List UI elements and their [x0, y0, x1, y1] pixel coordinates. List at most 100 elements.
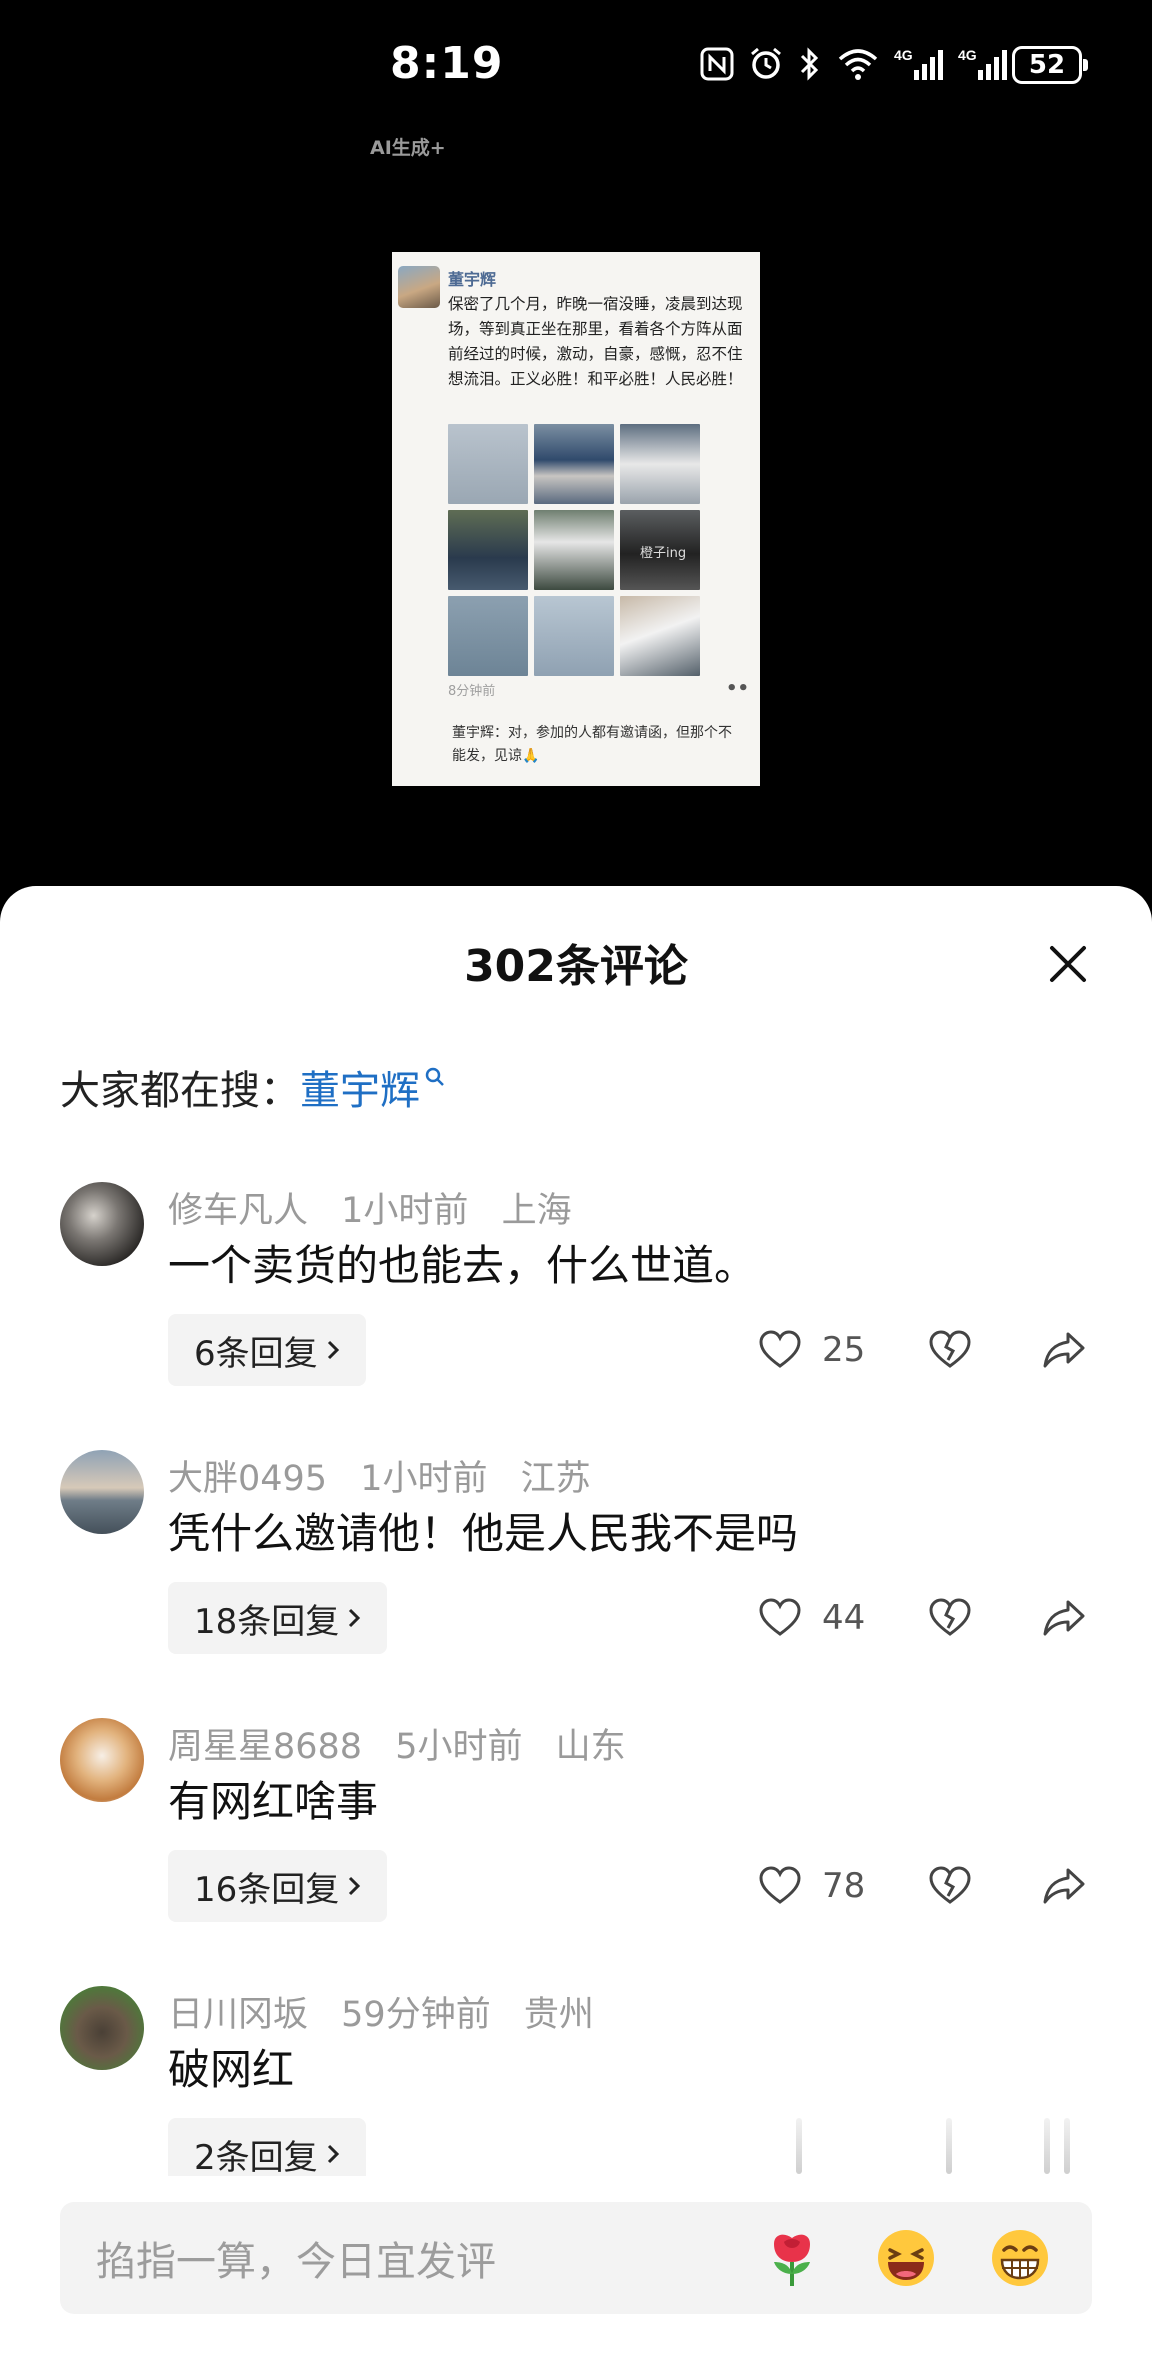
broken-heart-icon [929, 1330, 971, 1368]
comment-meta: 大胖0495 1小时前 江苏 [168, 1450, 613, 1501]
share-arrow-icon [1043, 1600, 1085, 1636]
comment-text[interactable]: 凭什么邀请他！他是人民我不是吗 [168, 1500, 798, 1561]
dislike-button[interactable] [928, 1858, 972, 1914]
post-image [534, 510, 614, 590]
share-button[interactable] [1042, 1322, 1086, 1378]
heart-icon [759, 1866, 801, 1904]
svg-text:4G: 4G [894, 47, 913, 63]
status-bar: 8:19 4G 4G 52 [0, 0, 1152, 130]
chevron-right-icon [327, 2144, 339, 2164]
comment-username[interactable]: 周星星8688 [168, 1727, 362, 1767]
replies-label: 6条回复 [194, 1333, 318, 1374]
replies-label: 2条回复 [194, 2137, 318, 2177]
broken-heart-icon [929, 1598, 971, 1636]
post-image [448, 596, 528, 676]
avatar[interactable] [60, 1450, 144, 1534]
nfc-icon [700, 47, 734, 81]
comment-time: 1小时前 [341, 1191, 469, 1231]
image-watermark: 橙子ing [640, 546, 687, 561]
comment-item: 修车凡人 1小时前 上海 一个卖货的也能去，什么世道。 6条回复 25 [0, 1182, 1152, 1442]
post-image [534, 424, 614, 504]
comment-count-title: 302条评论 [464, 941, 688, 992]
avatar[interactable] [60, 1986, 144, 2070]
post-text: 保密了几个月，昨晚一宿没睡，凌晨到达现场，等到真正坐在那里，看着各个方阵从面前经… [448, 295, 743, 388]
signal-icon-2: 4G [958, 47, 1007, 80]
view-replies-button[interactable]: 16条回复 [168, 1850, 388, 1922]
replies-label: 16条回复 [194, 1869, 340, 1910]
like-count: 44 [822, 1598, 866, 1638]
dislike-button[interactable] [928, 1322, 972, 1378]
comment-location: 上海 [501, 1191, 572, 1231]
broken-heart-icon [929, 1866, 971, 1904]
comment-location: 江苏 [520, 1459, 591, 1499]
view-replies-button[interactable]: 18条回复 [168, 1582, 388, 1654]
comment-time: 5小时前 [395, 1727, 523, 1767]
like-button[interactable]: 44 [758, 1590, 865, 1646]
comment-location: 贵州 [523, 1995, 594, 2035]
bluetooth-icon [800, 47, 819, 81]
status-time: 8:19 [390, 38, 504, 89]
share-button[interactable] [1042, 1590, 1086, 1646]
grinning-emoji-icon[interactable] [988, 2226, 1052, 2290]
post-image [620, 596, 700, 676]
comment-username[interactable]: 大胖0495 [168, 1459, 327, 1499]
like-button[interactable]: 25 [758, 1322, 865, 1378]
wifi-icon [838, 49, 878, 80]
share-button[interactable] [1042, 1858, 1086, 1914]
battery-indicator: 52 [1012, 46, 1088, 84]
rose-emoji-icon[interactable] [760, 2226, 824, 2290]
search-icon [425, 1067, 444, 1086]
comment-input[interactable]: 掐指一算，今日宜发评 [60, 2202, 1092, 2314]
comment-meta: 日川冈坂 59分钟前 贵州 [168, 1986, 616, 2037]
share-arrow-icon [1043, 1868, 1085, 1904]
trending-search-label: 大家都在搜： [60, 1068, 300, 1114]
post-image [448, 424, 528, 504]
comment-location: 山东 [555, 1727, 626, 1767]
avatar[interactable] [60, 1718, 144, 1802]
post-time: 8分钟前 [448, 684, 496, 699]
view-replies-button[interactable]: 2条回复 [168, 2118, 366, 2176]
like-button[interactable]: 78 [758, 1858, 865, 1914]
post-image [448, 510, 528, 590]
status-icons: 4G 4G [700, 44, 1008, 84]
comment-item: 大胖0495 1小时前 江苏 凭什么邀请他！他是人民我不是吗 18条回复 44 [0, 1450, 1152, 1710]
svg-text:4G: 4G [958, 47, 977, 63]
comment-text[interactable]: 一个卖货的也能去，什么世道。 [168, 1232, 756, 1293]
post-reply: 董宇辉：对，参加的人都有邀请函，但那个不能发，见谅🙏 [452, 725, 732, 764]
more-dots-icon: •• [726, 678, 750, 699]
comment-meta: 周星星8688 5小时前 山东 [168, 1718, 648, 1769]
post-image [620, 424, 700, 504]
heart-icon [759, 1330, 801, 1368]
post-avatar [398, 266, 440, 308]
chevron-right-icon [349, 1876, 361, 1896]
comment-time: 1小时前 [360, 1459, 488, 1499]
comment-item: 周星星8688 5小时前 山东 有网红啥事 16条回复 78 [0, 1718, 1152, 1978]
avatar[interactable] [60, 1182, 144, 1266]
comment-text[interactable]: 破网红 [168, 2036, 294, 2097]
dislike-button[interactable] [928, 1590, 972, 1646]
view-replies-button[interactable]: 6条回复 [168, 1314, 366, 1386]
replies-label: 18条回复 [194, 1601, 340, 1642]
scroll-indicator [796, 2118, 1096, 2174]
trending-search-term[interactable]: 董宇辉 [300, 1058, 420, 1116]
signal-icon-1: 4G [894, 47, 943, 80]
like-count: 25 [822, 1330, 866, 1370]
close-button[interactable] [1036, 932, 1100, 996]
trending-search: 大家都在搜： 董宇辉 [60, 1058, 446, 1116]
alarm-icon [751, 47, 781, 79]
ai-generated-tag[interactable]: AI生成+ [370, 133, 446, 160]
share-arrow-icon [1043, 1332, 1085, 1368]
post-image [534, 596, 614, 676]
comment-sheet: 302条评论 大家都在搜： 董宇辉 修车凡人 1小时前 上海 一个卖货的也能去，… [0, 886, 1152, 2376]
comment-input-placeholder: 掐指一算，今日宜发评 [96, 2239, 496, 2285]
close-icon [1050, 946, 1086, 982]
post-author: 董宇辉 [448, 270, 497, 289]
video-post-screenshot[interactable]: 董宇辉 保密了几个月，昨晚一宿没睡，凌晨到达现场，等到真正坐在那里，看着各个方阵… [392, 252, 760, 786]
laughing-emoji-icon[interactable] [874, 2226, 938, 2290]
comment-time: 59分钟前 [341, 1995, 491, 2035]
comment-username[interactable]: 日川冈坂 [168, 1995, 308, 2035]
chevron-right-icon [349, 1608, 361, 1628]
comment-text[interactable]: 有网红啥事 [168, 1768, 378, 1829]
heart-icon [759, 1598, 801, 1636]
comment-username[interactable]: 修车凡人 [168, 1191, 308, 1231]
